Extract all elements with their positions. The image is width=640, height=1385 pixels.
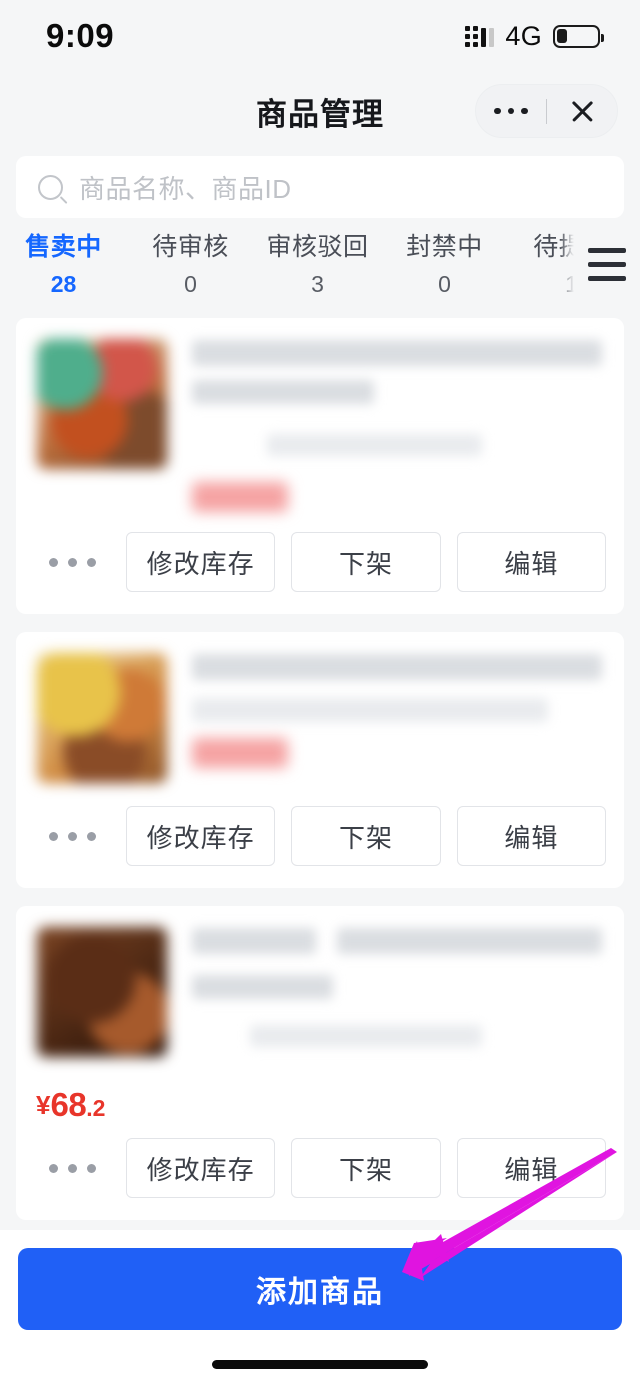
edit-button[interactable]: 编辑 <box>456 1138 606 1198</box>
price-currency: ¥ <box>36 1090 51 1120</box>
edit-stock-button[interactable]: 修改库存 <box>126 532 276 592</box>
product-card[interactable]: 修改库存 下架 编辑 <box>16 632 624 888</box>
product-info <box>16 318 624 518</box>
tabs-fade-edge <box>560 232 574 297</box>
take-offshelf-button[interactable]: 下架 <box>291 532 441 592</box>
tab-rejected[interactable]: 审核驳回 3 <box>254 232 381 296</box>
page-title: 商品管理 <box>256 96 384 132</box>
status-bar: 9:09 4G <box>0 0 640 72</box>
tab-count: 0 <box>438 271 451 297</box>
more-menu-button[interactable] <box>476 107 546 115</box>
product-actions: 修改库存 下架 编辑 <box>16 792 624 888</box>
product-details <box>192 924 606 1060</box>
product-details <box>192 650 606 786</box>
tab-label: 审核驳回 <box>266 233 369 261</box>
edit-stock-button[interactable]: 修改库存 <box>126 806 276 866</box>
product-list: 修改库存 下架 编辑 修改库存 下架 编辑 ¥68.2 修改库存 下架 编辑 <box>0 318 640 1330</box>
product-title-masked <box>192 928 317 954</box>
tab-label: 售卖中 <box>25 233 102 261</box>
product-details <box>192 336 606 512</box>
network-type-label: 4G <box>505 20 542 51</box>
take-offshelf-button[interactable]: 下架 <box>291 806 441 866</box>
product-subtitle-masked <box>192 380 375 404</box>
search-input[interactable]: 商品名称、商品ID <box>16 156 624 218</box>
tab-count: 0 <box>184 271 197 297</box>
hamburger-menu-icon[interactable] <box>574 232 640 281</box>
close-x-icon <box>569 98 596 125</box>
price-decimal: .2 <box>86 1095 106 1121</box>
product-card[interactable]: ¥68.2 修改库存 下架 编辑 <box>16 906 624 1220</box>
product-thumbnail <box>36 926 168 1058</box>
product-price: ¥68.2 <box>36 1086 606 1124</box>
search-section: 商品名称、商品ID <box>0 150 640 218</box>
product-thumbnail <box>36 652 168 784</box>
search-placeholder: 商品名称、商品ID <box>79 173 292 204</box>
product-info <box>16 632 624 792</box>
tab-banned[interactable]: 封禁中 0 <box>381 232 508 296</box>
product-meta-masked <box>266 434 482 456</box>
take-offshelf-button[interactable]: 下架 <box>291 1138 441 1198</box>
product-actions: 修改库存 下架 编辑 <box>16 518 624 614</box>
product-price-masked <box>192 482 288 512</box>
nav-bar: 商品管理 <box>0 72 640 150</box>
phone-screen: 9:09 4G 商品管理 商品名称、商品ID 售卖中 28 待审核 0 审核驳回… <box>0 0 640 1385</box>
search-icon <box>38 174 63 200</box>
battery-low-icon <box>553 24 605 48</box>
bottom-action-bar: 添加商品 <box>0 1230 640 1385</box>
product-subtitle-masked <box>192 698 549 722</box>
miniprogram-capsule[interactable] <box>475 84 618 138</box>
product-title-masked-2 <box>337 928 603 954</box>
product-thumbnail <box>36 338 168 470</box>
more-actions-button[interactable] <box>34 831 110 841</box>
product-title-masked <box>192 654 602 680</box>
status-time: 9:09 <box>46 17 115 54</box>
tab-label: 待审核 <box>152 233 229 261</box>
status-tabs: 售卖中 28 待审核 0 审核驳回 3 封禁中 0 待提交 1 <box>0 218 640 318</box>
product-card[interactable]: 修改库存 下架 编辑 <box>16 318 624 614</box>
more-actions-button[interactable] <box>34 1163 110 1173</box>
product-title-masked <box>192 340 602 366</box>
edit-stock-button[interactable]: 修改库存 <box>126 1138 276 1198</box>
signal-bars-icon <box>465 25 495 47</box>
product-meta-masked <box>249 1025 482 1047</box>
tab-on-sale[interactable]: 售卖中 28 <box>0 232 127 296</box>
product-info <box>16 906 624 1066</box>
product-price-masked <box>192 738 288 768</box>
product-actions: 修改库存 下架 编辑 <box>16 1124 624 1220</box>
tab-count: 28 <box>50 271 77 297</box>
product-subtitle-masked <box>192 975 333 999</box>
close-button[interactable] <box>547 98 617 125</box>
tab-count: 3 <box>311 271 324 297</box>
more-dots-icon <box>494 107 528 115</box>
add-product-button[interactable]: 添加商品 <box>18 1248 622 1330</box>
tab-label: 封禁中 <box>406 233 483 261</box>
tab-pending-review[interactable]: 待审核 0 <box>127 232 254 296</box>
more-actions-button[interactable] <box>34 557 110 567</box>
price-integer: 68 <box>50 1086 87 1123</box>
edit-button[interactable]: 编辑 <box>456 532 606 592</box>
status-indicators: 4G <box>465 20 605 52</box>
home-indicator <box>212 1360 428 1369</box>
tabs-scroll-area[interactable]: 售卖中 28 待审核 0 审核驳回 3 封禁中 0 待提交 1 <box>0 232 574 297</box>
product-price-row: ¥68.2 <box>16 1086 624 1124</box>
edit-button[interactable]: 编辑 <box>456 806 606 866</box>
